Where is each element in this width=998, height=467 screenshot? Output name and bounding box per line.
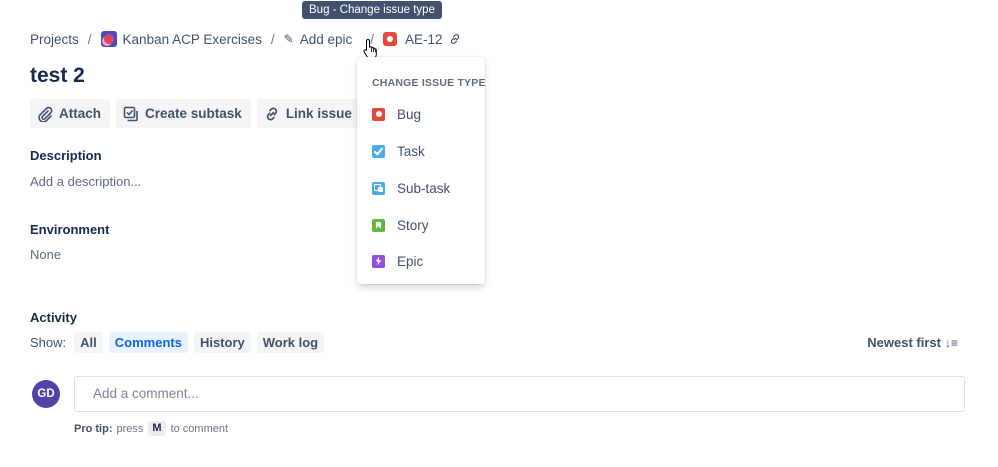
sort-label: Newest first	[867, 335, 941, 350]
breadcrumb-project[interactable]: Kanban ACP Exercises	[100, 31, 262, 47]
environment-field[interactable]: None	[30, 247, 61, 262]
story-icon	[372, 218, 385, 232]
tooltip: Bug - Change issue type	[302, 1, 442, 19]
project-name: Kanban ACP Exercises	[122, 31, 262, 47]
add-epic-button[interactable]: ✎ Add epic	[284, 32, 353, 47]
breadcrumb: Projects / Kanban ACP Exercises / ✎ Add …	[30, 29, 461, 49]
comment-input[interactable]: Add a comment...	[74, 376, 965, 412]
link-issue-label: Link issue	[285, 106, 352, 121]
epic-icon	[372, 254, 385, 268]
bug-icon[interactable]	[383, 32, 398, 46]
sort-button[interactable]: Newest first ↓≡	[867, 335, 958, 350]
change-issue-type-dropdown: CHANGE ISSUE TYPE Bug Task Sub-task Stor…	[357, 57, 485, 284]
issue-type-subtask[interactable]: Sub-task	[372, 178, 450, 198]
filter-work-log[interactable]: Work log	[256, 332, 325, 353]
sort-descending-icon: ↓≡	[944, 335, 958, 350]
pencil-icon: ✎	[283, 32, 294, 46]
environment-label: Environment	[30, 222, 110, 237]
issue-type-label: Epic	[397, 253, 424, 269]
link-icon	[266, 107, 277, 120]
issue-type-label: Task	[397, 143, 425, 159]
link-issue-button[interactable]: Link issue	[256, 99, 361, 128]
breadcrumb-projects[interactable]: Projects	[30, 32, 79, 47]
subtask-checkbox-icon	[123, 106, 138, 121]
show-label: Show:	[30, 335, 67, 350]
activity-filters: Show: All Comments History Work log	[30, 332, 325, 353]
breadcrumb-separator: /	[270, 31, 275, 47]
create-subtask-button[interactable]: Create subtask	[116, 99, 251, 128]
filter-all[interactable]: All	[74, 332, 103, 353]
link-icon[interactable]	[449, 33, 461, 45]
breadcrumb-separator: /	[87, 31, 92, 47]
pro-tip: Pro tip: press M to comment	[74, 421, 228, 436]
attach-label: Attach	[59, 106, 102, 121]
pro-tip-suffix: to comment	[170, 422, 229, 435]
issue-type-task[interactable]: Task	[372, 141, 425, 161]
add-epic-label: Add epic	[299, 31, 353, 47]
description-field[interactable]: Add a description...	[30, 174, 141, 189]
bug-icon	[372, 107, 385, 121]
dropdown-heading: CHANGE ISSUE TYPE	[372, 77, 486, 89]
issue-actions: Attach Create subtask Link issue ⌄	[30, 99, 379, 128]
pro-tip-text: press	[116, 422, 144, 435]
avatar: GD	[32, 380, 60, 408]
filter-comments[interactable]: Comments	[108, 332, 188, 353]
project-avatar-icon	[100, 31, 117, 47]
issue-type-label: Bug	[397, 106, 422, 122]
description-label: Description	[30, 148, 102, 163]
issue-key-link[interactable]: AE-12	[405, 32, 443, 47]
issue-type-label: Story	[397, 217, 429, 233]
issue-type-bug[interactable]: Bug	[372, 104, 421, 124]
breadcrumb-issue: AE-12	[383, 32, 461, 47]
paperclip-icon	[38, 106, 53, 122]
issue-type-label: Sub-task	[397, 180, 451, 196]
activity-label: Activity	[30, 310, 77, 325]
issue-title[interactable]: test 2	[30, 64, 85, 88]
pro-tip-label: Pro tip:	[74, 422, 113, 435]
issue-type-epic[interactable]: Epic	[372, 251, 423, 271]
filter-history[interactable]: History	[193, 332, 251, 353]
subtask-icon	[372, 181, 385, 195]
create-subtask-label: Create subtask	[145, 106, 242, 121]
issue-type-story[interactable]: Story	[372, 215, 429, 235]
keyboard-shortcut-key: M	[148, 421, 166, 436]
task-icon	[372, 144, 385, 158]
attach-button[interactable]: Attach	[30, 99, 111, 128]
